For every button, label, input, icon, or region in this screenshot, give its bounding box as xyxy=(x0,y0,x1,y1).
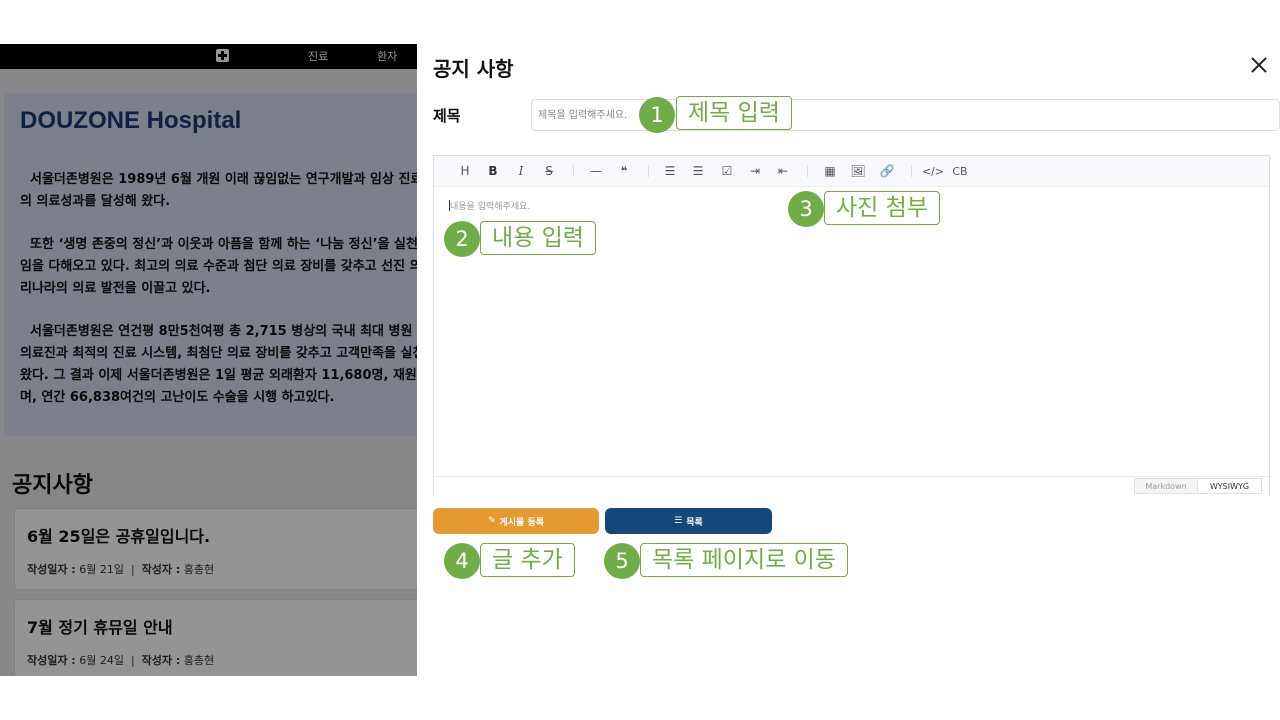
code-block-icon[interactable]: CB xyxy=(951,162,969,180)
horizontal-rule-icon[interactable]: — xyxy=(587,162,605,180)
annotation-label-5: 목록 페이지로 이동 xyxy=(640,543,848,577)
editor-toolbar: H B I S — ❝ ☰ ☰ ☑ ⇥ ⇤ ▦ 🖼 🔗 </> CB xyxy=(434,156,1269,187)
annotation-badge-5: 5 xyxy=(604,543,640,579)
annotation-badge-4: 4 xyxy=(444,543,480,579)
toolbar-divider xyxy=(807,165,808,177)
annotation-label-4: 글 추가 xyxy=(480,543,575,577)
tab-wysiwyg[interactable]: WYSIWYG xyxy=(1198,478,1262,494)
outdent-icon[interactable]: ⇤ xyxy=(774,162,792,180)
modal-backdrop[interactable] xyxy=(0,44,417,676)
list-button[interactable]: ☰ 목록 xyxy=(605,508,772,534)
heading-icon[interactable]: H xyxy=(456,162,474,180)
annotation-badge-3: 3 xyxy=(788,191,824,227)
tab-markdown[interactable]: Markdown xyxy=(1134,478,1198,494)
edit-icon: ✎ xyxy=(487,516,496,526)
code-icon[interactable]: </> xyxy=(922,162,944,180)
indent-icon[interactable]: ⇥ xyxy=(746,162,764,180)
notice-modal: 공지 사항 제목 H B I S — ❝ ☰ ☰ ☑ ⇥ ⇤ ▦ 🖼 🔗 </>… xyxy=(417,44,1280,676)
modal-title: 공지 사항 xyxy=(433,57,514,81)
editor-placeholder: 내용을 입력해주세요. xyxy=(450,202,531,212)
annotation-badge-2: 2 xyxy=(444,221,480,257)
annotation-label-2: 내용 입력 xyxy=(480,221,596,255)
strikethrough-icon[interactable]: S xyxy=(540,162,558,180)
ordered-list-icon[interactable]: ☰ xyxy=(689,162,707,180)
annotation-label-1: 제목 입력 xyxy=(676,96,792,130)
list-label: 목록 xyxy=(686,517,703,528)
bold-icon[interactable]: B xyxy=(484,162,502,180)
toolbar-divider xyxy=(573,165,574,177)
quote-icon[interactable]: ❝ xyxy=(615,162,633,180)
table-icon[interactable]: ▦ xyxy=(821,162,839,180)
task-list-icon[interactable]: ☑ xyxy=(718,162,736,180)
close-icon[interactable] xyxy=(1249,55,1269,75)
link-icon[interactable]: 🔗 xyxy=(878,162,896,180)
image-icon[interactable]: 🖼 xyxy=(849,162,867,180)
bullet-list-icon[interactable]: ☰ xyxy=(661,162,679,180)
list-icon: ☰ xyxy=(674,516,683,526)
toolbar-divider xyxy=(648,165,649,177)
subject-label: 제목 xyxy=(433,107,461,125)
annotation-badge-1: 1 xyxy=(639,97,675,133)
toolbar-divider xyxy=(911,165,912,177)
register-post-label: 게시물 등록 xyxy=(499,517,545,528)
annotation-label-3: 사진 첨부 xyxy=(824,191,940,225)
italic-icon[interactable]: I xyxy=(512,162,530,180)
register-post-button[interactable]: ✎ 게시물 등록 xyxy=(433,508,599,534)
editor-mode-bar: Markdown WYSIWYG xyxy=(434,476,1269,496)
